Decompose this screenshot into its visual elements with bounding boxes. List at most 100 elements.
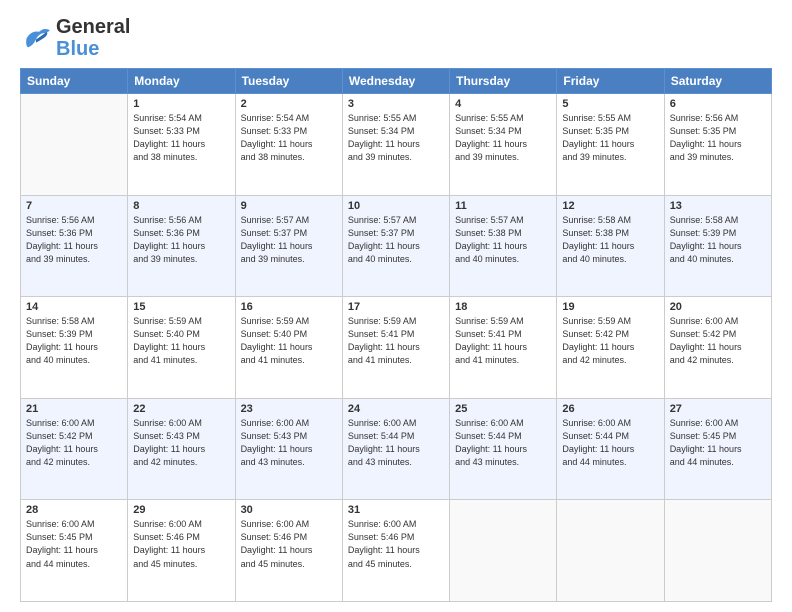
- logo: General Blue: [20, 16, 130, 60]
- day-number: 23: [241, 403, 337, 415]
- day-number: 7: [26, 200, 122, 212]
- day-number: 25: [455, 403, 551, 415]
- day-number: 10: [348, 200, 444, 212]
- day-number: 6: [670, 98, 766, 110]
- day-info: Sunrise: 6:00 AM Sunset: 5:46 PM Dayligh…: [241, 518, 337, 570]
- day-info: Sunrise: 5:58 AM Sunset: 5:38 PM Dayligh…: [562, 214, 658, 266]
- calendar-cell: 6Sunrise: 5:56 AM Sunset: 5:35 PM Daylig…: [664, 94, 771, 196]
- calendar-cell: 14Sunrise: 5:58 AM Sunset: 5:39 PM Dayli…: [21, 297, 128, 399]
- day-info: Sunrise: 5:57 AM Sunset: 5:37 PM Dayligh…: [348, 214, 444, 266]
- day-of-week-sunday: Sunday: [21, 69, 128, 94]
- day-number: 13: [670, 200, 766, 212]
- day-number: 21: [26, 403, 122, 415]
- day-info: Sunrise: 5:57 AM Sunset: 5:38 PM Dayligh…: [455, 214, 551, 266]
- day-info: Sunrise: 5:59 AM Sunset: 5:40 PM Dayligh…: [241, 315, 337, 367]
- day-number: 22: [133, 403, 229, 415]
- header: General Blue: [20, 16, 772, 60]
- day-of-week-monday: Monday: [128, 69, 235, 94]
- day-number: 26: [562, 403, 658, 415]
- calendar-cell: [21, 94, 128, 196]
- day-info: Sunrise: 5:59 AM Sunset: 5:40 PM Dayligh…: [133, 315, 229, 367]
- calendar-cell: 9Sunrise: 5:57 AM Sunset: 5:37 PM Daylig…: [235, 195, 342, 297]
- calendar-cell: 1 Sunrise: 5:54 AM Sunset: 5:33 PM Daylig…: [128, 94, 235, 196]
- calendar-week-4: 21 Sunrise: 6:00 AM Sunset: 5:42 PM Dayli…: [21, 398, 772, 500]
- page: General Blue SundayMondayTuesdayWednesda…: [0, 0, 792, 612]
- calendar-cell: 19 Sunrise: 5:59 AM Sunset: 5:42 PM Dayli…: [557, 297, 664, 399]
- calendar-cell: 3 Sunrise: 5:55 AM Sunset: 5:34 PM Daylig…: [342, 94, 449, 196]
- calendar-cell: 26 Sunrise: 6:00 AM Sunset: 5:44 PM Dayli…: [557, 398, 664, 500]
- day-number: 30: [241, 504, 337, 516]
- day-number: 2: [241, 98, 337, 110]
- day-number: 19: [562, 301, 658, 313]
- day-info: Sunrise: 5:57 AM Sunset: 5:37 PM Dayligh…: [241, 214, 337, 266]
- day-info: Sunrise: 5:55 AM Sunset: 5:35 PM Dayligh…: [562, 112, 658, 164]
- calendar-cell: 29 Sunrise: 6:00 AM Sunset: 5:46 PM Dayli…: [128, 500, 235, 602]
- day-number: 24: [348, 403, 444, 415]
- day-info: Sunrise: 6:00 AM Sunset: 5:42 PM Dayligh…: [26, 417, 122, 469]
- day-info: Sunrise: 6:00 AM Sunset: 5:44 PM Dayligh…: [455, 417, 551, 469]
- day-number: 20: [670, 301, 766, 313]
- calendar-cell: 20 Sunrise: 6:00 AM Sunset: 5:42 PM Dayli…: [664, 297, 771, 399]
- day-number: 15: [133, 301, 229, 313]
- day-number: 18: [455, 301, 551, 313]
- day-info: Sunrise: 6:00 AM Sunset: 5:43 PM Dayligh…: [241, 417, 337, 469]
- calendar-cell: 2 Sunrise: 5:54 AM Sunset: 5:33 PM Daylig…: [235, 94, 342, 196]
- day-info: Sunrise: 5:55 AM Sunset: 5:34 PM Dayligh…: [348, 112, 444, 164]
- calendar-week-1: 1 Sunrise: 5:54 AM Sunset: 5:33 PM Daylig…: [21, 94, 772, 196]
- day-info: Sunrise: 5:59 AM Sunset: 5:42 PM Dayligh…: [562, 315, 658, 367]
- day-info: Sunrise: 5:56 AM Sunset: 5:36 PM Dayligh…: [133, 214, 229, 266]
- day-info: Sunrise: 6:00 AM Sunset: 5:42 PM Dayligh…: [670, 315, 766, 367]
- calendar-cell: 10 Sunrise: 5:57 AM Sunset: 5:37 PM Dayli…: [342, 195, 449, 297]
- day-info: Sunrise: 6:00 AM Sunset: 5:46 PM Dayligh…: [133, 518, 229, 570]
- day-info: Sunrise: 5:59 AM Sunset: 5:41 PM Dayligh…: [455, 315, 551, 367]
- day-of-week-friday: Friday: [557, 69, 664, 94]
- day-number: 5: [562, 98, 658, 110]
- day-info: Sunrise: 5:56 AM Sunset: 5:36 PM Dayligh…: [26, 214, 122, 266]
- day-number: 29: [133, 504, 229, 516]
- calendar-cell: [450, 500, 557, 602]
- calendar-cell: 5 Sunrise: 5:55 AM Sunset: 5:35 PM Daylig…: [557, 94, 664, 196]
- calendar-cell: 12 Sunrise: 5:58 AM Sunset: 5:38 PM Dayli…: [557, 195, 664, 297]
- day-number: 16: [241, 301, 337, 313]
- calendar-cell: 16 Sunrise: 5:59 AM Sunset: 5:40 PM Dayli…: [235, 297, 342, 399]
- day-number: 3: [348, 98, 444, 110]
- calendar-cell: 24Sunrise: 6:00 AM Sunset: 5:44 PM Dayli…: [342, 398, 449, 500]
- calendar-cell: 4 Sunrise: 5:55 AM Sunset: 5:34 PM Daylig…: [450, 94, 557, 196]
- calendar-cell: [664, 500, 771, 602]
- day-number: 28: [26, 504, 122, 516]
- day-number: 12: [562, 200, 658, 212]
- day-info: Sunrise: 6:00 AM Sunset: 5:44 PM Dayligh…: [562, 417, 658, 469]
- day-info: Sunrise: 6:00 AM Sunset: 5:43 PM Dayligh…: [133, 417, 229, 469]
- calendar-cell: 8Sunrise: 5:56 AM Sunset: 5:36 PM Daylig…: [128, 195, 235, 297]
- day-number: 11: [455, 200, 551, 212]
- calendar-cell: 23 Sunrise: 6:00 AM Sunset: 5:43 PM Dayli…: [235, 398, 342, 500]
- calendar-cell: 31Sunrise: 6:00 AM Sunset: 5:46 PM Dayli…: [342, 500, 449, 602]
- day-info: Sunrise: 5:55 AM Sunset: 5:34 PM Dayligh…: [455, 112, 551, 164]
- day-info: Sunrise: 5:54 AM Sunset: 5:33 PM Dayligh…: [241, 112, 337, 164]
- day-of-week-tuesday: Tuesday: [235, 69, 342, 94]
- calendar-cell: 22 Sunrise: 6:00 AM Sunset: 5:43 PM Dayli…: [128, 398, 235, 500]
- day-of-week-wednesday: Wednesday: [342, 69, 449, 94]
- calendar-cell: 15 Sunrise: 5:59 AM Sunset: 5:40 PM Dayli…: [128, 297, 235, 399]
- calendar-week-3: 14Sunrise: 5:58 AM Sunset: 5:39 PM Dayli…: [21, 297, 772, 399]
- calendar-cell: [557, 500, 664, 602]
- day-of-week-thursday: Thursday: [450, 69, 557, 94]
- day-number: 27: [670, 403, 766, 415]
- calendar-cell: 7 Sunrise: 5:56 AM Sunset: 5:36 PM Daylig…: [21, 195, 128, 297]
- calendar-cell: 18 Sunrise: 5:59 AM Sunset: 5:41 PM Dayli…: [450, 297, 557, 399]
- calendar-cell: 21 Sunrise: 6:00 AM Sunset: 5:42 PM Dayli…: [21, 398, 128, 500]
- day-number: 4: [455, 98, 551, 110]
- day-number: 17: [348, 301, 444, 313]
- logo-icon: [20, 24, 52, 52]
- calendar-cell: 30 Sunrise: 6:00 AM Sunset: 5:46 PM Dayli…: [235, 500, 342, 602]
- day-info: Sunrise: 5:58 AM Sunset: 5:39 PM Dayligh…: [670, 214, 766, 266]
- calendar-cell: 27 Sunrise: 6:00 AM Sunset: 5:45 PM Dayli…: [664, 398, 771, 500]
- day-info: Sunrise: 5:59 AM Sunset: 5:41 PM Dayligh…: [348, 315, 444, 367]
- calendar-cell: 13 Sunrise: 5:58 AM Sunset: 5:39 PM Dayli…: [664, 195, 771, 297]
- day-info: Sunrise: 6:00 AM Sunset: 5:45 PM Dayligh…: [670, 417, 766, 469]
- calendar-header-row: SundayMondayTuesdayWednesdayThursdayFrid…: [21, 69, 772, 94]
- day-info: Sunrise: 5:58 AM Sunset: 5:39 PM Dayligh…: [26, 315, 122, 367]
- day-number: 1: [133, 98, 229, 110]
- day-info: Sunrise: 5:54 AM Sunset: 5:33 PM Dayligh…: [133, 112, 229, 164]
- calendar-table: SundayMondayTuesdayWednesdayThursdayFrid…: [20, 68, 772, 602]
